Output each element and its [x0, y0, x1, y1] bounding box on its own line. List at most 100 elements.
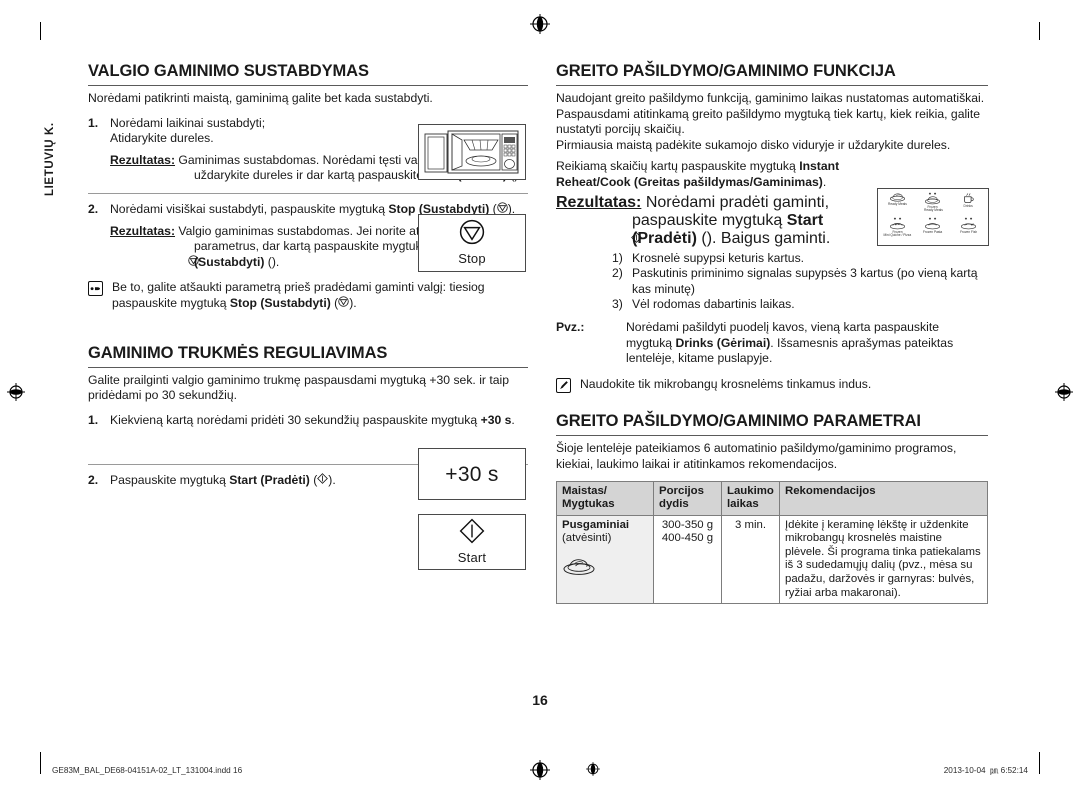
note-bold-stop: Stop (Sustabdyti) [229, 295, 331, 310]
col-header-recommendations: Rekomendacijos [779, 480, 988, 516]
col-header-time-line2: laikas [727, 498, 759, 511]
step-1-text-part1: Kiekvieną kartą norėdami pridėti 30 seku… [110, 412, 481, 427]
note-cancel-settings: Be to, galite atšaukti parametrą prieš p… [88, 280, 528, 311]
result-label: Rezultatas: [110, 152, 176, 167]
divider [88, 192, 528, 194]
instant-settings-table: Maistas/ Mygtukas Porcijos dydis Laukimo… [556, 480, 988, 605]
drinks-icon [964, 193, 974, 204]
preset-frozen-fish: Frozen Fish [951, 217, 986, 242]
step-1-add-30s: 1. Kiekvieną kartą norėdami pridėti 30 s… [88, 413, 528, 429]
preset-frozen-quiche-pizza: Frozen Mini Quiche / Pizza [880, 217, 915, 242]
frozen-pasta-icon [925, 217, 941, 230]
para-auto-time: Naudojant greito pašildymo funkciją, gam… [556, 91, 985, 105]
instant-result: Rezultatas: Norėdami pradėti gaminti, pa… [556, 194, 874, 248]
para-press-instant: Reikiamą skaičių kartų paspauskite mygtu… [556, 159, 874, 190]
list-marker: 1) [612, 250, 623, 265]
intro-adjust-cooking-time: Galite prailginti valgio gaminimo trukmę… [88, 372, 510, 403]
preset-label: Drinks [963, 203, 973, 208]
result-paren-open: ( [696, 229, 707, 247]
para-press-instant-wrap: Reikiamą skaičių kartų paspauskite mygtu… [556, 159, 874, 247]
pointing-hand-icon [88, 281, 103, 297]
col-header-food-line2: Mygtukas [562, 498, 615, 511]
start-glyph-icon [317, 473, 329, 489]
result-paren-open: ( [264, 254, 272, 269]
note-pencil-icon [556, 377, 571, 393]
preset-ready-meals: Ready Meals [880, 192, 915, 217]
result-paren-close: ). [271, 254, 280, 269]
footer-date: 2013-10-04 [943, 766, 986, 775]
step-2-text-part1: Norėdami visiškai sustabdyti, paspauskit… [110, 201, 389, 216]
step-number: 2. [88, 473, 99, 488]
preset-label: Frozen Fish [959, 229, 977, 234]
para-press-instant-part1: Reikiamą skaičių kartų paspauskite mygtu… [556, 159, 800, 174]
plus30-button-label: +30 s [445, 462, 499, 486]
list-item: 1) Krosnelė supypsi keturis kartus. [612, 251, 988, 267]
step-2-text-part1: Paspauskite mygtuką [110, 473, 230, 488]
step-1-bold-plus30: +30 s [480, 412, 512, 427]
crop-mark-top-left [40, 22, 41, 40]
step-1-text: Kiekvieną kartą norėdami pridėti 30 seku… [110, 413, 528, 429]
table-header-row: Maistas/ Mygtukas Porcijos dydis Laukimo… [556, 480, 988, 516]
beep-sublist: 1) Krosnelė supypsi keturis kartus. 2) P… [556, 251, 988, 313]
col-header-food-line1: Maistas/ [562, 484, 607, 497]
registration-mark-right-icon [1054, 382, 1074, 402]
result-label: Rezultatas: [556, 193, 642, 211]
cell-standing-time: 3 min. [721, 514, 780, 605]
heading-stop-cooking: VALGIO GAMINIMO SUSTABDYMAS [88, 62, 528, 86]
step-number: 2. [88, 201, 99, 216]
preset-frozen-pasta: Frozen Pasta [915, 217, 950, 242]
note-use-safe-dishes: Naudokite tik mikrobangų krosnelėms tink… [556, 377, 988, 393]
heading-adjust-cooking-time: GAMINIMO TRUKMĖS REGULIAVIMAS [88, 344, 528, 368]
footer-timestamp: 2013-10-04 ㏘ 6:52:14 [944, 764, 1028, 776]
result-paren-close: ). Baigus gaminti. [706, 229, 831, 247]
col-header-portion-line1: Porcijos [659, 484, 704, 497]
portion-line-1: 300-350 g [661, 518, 714, 531]
heading-instant-reheat-settings: GREITO PAŠILDYMO/GAMINIMO PARAMETRAI [556, 412, 988, 437]
registration-mark-left-icon [6, 382, 26, 402]
stop-button-illustration: Stop [418, 214, 526, 272]
food-name: Pusgaminiai [562, 518, 630, 531]
col-header-time-line1: Laukimo [727, 484, 774, 497]
cell-food: Pusgaminiai (atvėsinti) [556, 514, 654, 605]
start-icon [458, 518, 486, 548]
portion-line-2: 400-450 g [661, 532, 714, 545]
footer-filename: GE83M_BAL_DE68-04151A-02_LT_131004.indd … [52, 765, 243, 775]
microwave-open-door-image [418, 124, 526, 180]
ready-meals-icon [890, 193, 906, 202]
step-2-paren-open: ( [309, 473, 318, 488]
footer-time: 6:52:14 [1000, 766, 1028, 775]
result-label: Rezultatas: [110, 223, 176, 238]
example-label: Pvz.: [556, 319, 585, 334]
col-header-food: Maistas/ Mygtukas [556, 480, 654, 516]
para-portions: Paspausdami atitinkamą greito pašildymo … [556, 106, 981, 137]
stop-glyph-icon [338, 296, 349, 312]
frozen-quiche-pizza-icon [890, 217, 906, 230]
list-item: 2) Paskutinis priminimo signalas supypsė… [612, 266, 988, 297]
crop-mark-top-right [1039, 22, 1040, 40]
page-footer: GE83M_BAL_DE68-04151A-02_LT_131004.indd … [52, 762, 1028, 778]
ready-meal-plate-icon [562, 556, 648, 581]
language-side-tab: LIETUVIŲ K. [44, 122, 56, 196]
col-header-portion-line2: dydis [659, 498, 689, 511]
preset-label: Ready Meals [923, 208, 943, 213]
step-1-period: . [511, 412, 515, 427]
table-row: Pusgaminiai (atvėsinti) 300-350 g 400-45… [556, 514, 988, 605]
step-2-paren-close: ). [328, 473, 336, 488]
cell-portion: 300-350 g 400-450 g [653, 514, 722, 605]
list-marker: 3) [612, 297, 623, 312]
food-sub: (atvėsinti) [562, 532, 612, 545]
registration-mark-top-icon [530, 14, 550, 34]
intro-settings-table: Šioje lentelėje pateikiamos 6 automatini… [556, 441, 957, 471]
list-text: Paskutinis priminimo signalas supypsės 3… [632, 266, 978, 296]
footer-ampm: ㏘ [990, 766, 999, 775]
preset-label: Ready Meals [888, 201, 908, 206]
step-number: 1. [88, 412, 99, 427]
list-text: Vėl rodomas dabartinis laikas. [632, 297, 795, 312]
para-press-instant-period: . [822, 174, 827, 189]
manual-page: LIETUVIŲ K. VALGIO GAMINIMO SUSTABDYMAS … [0, 0, 1080, 788]
preset-label: Mini Quiche / Pizza [883, 233, 912, 238]
stop-icon [458, 219, 486, 249]
list-marker: 2) [612, 266, 623, 281]
heading-instant-reheat-function: GREITO PAŠILDYMO/GAMINIMO FUNKCIJA [556, 62, 988, 86]
step-number: 1. [88, 115, 99, 130]
